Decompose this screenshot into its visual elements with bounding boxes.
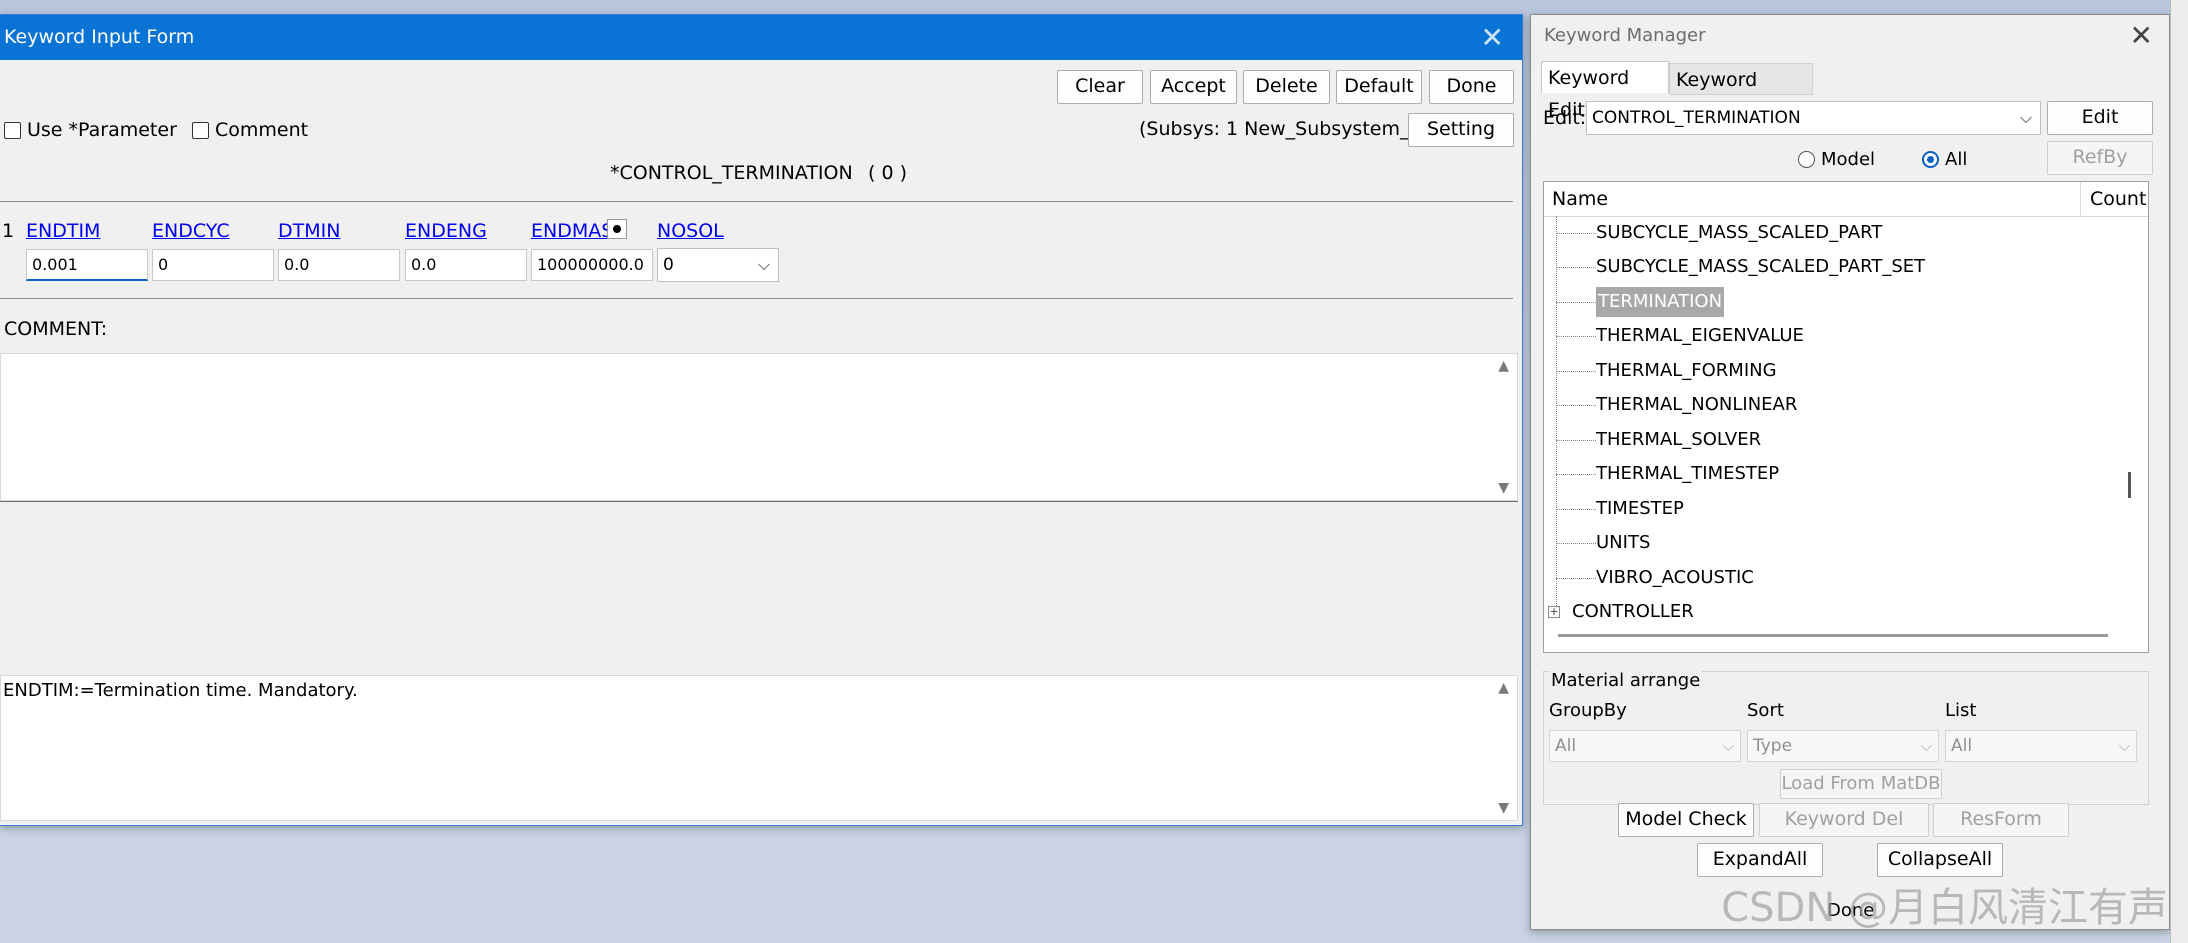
expand-plus-icon[interactable]: + [1548, 606, 1560, 618]
field-label-endcyc[interactable]: ENDCYC [152, 220, 230, 242]
load-from-matdb-button[interactable]: Load From MatDB [1780, 769, 1942, 799]
groupby-label: GroupBy [1549, 700, 1627, 721]
parameter-toggle[interactable] [607, 219, 627, 239]
edit-label: Edit: [1543, 107, 1587, 129]
use-parameter-label: Use *Parameter [27, 119, 177, 141]
checkbox-box [192, 121, 209, 139]
comment-textarea[interactable]: ▲ ▼ [0, 353, 1518, 501]
comment-section-label: COMMENT: [4, 318, 108, 340]
field-label-dtmin[interactable]: DTMIN [278, 220, 340, 242]
endeng-input[interactable]: 0.0 [405, 249, 527, 281]
endmas-input[interactable]: 100000000.0 [531, 249, 653, 281]
column-name[interactable]: Name [1552, 188, 1608, 210]
scroll-up-icon[interactable]: ▲ [1498, 358, 1509, 374]
list-label: List [1945, 700, 1977, 721]
delete-button[interactable]: Delete [1243, 70, 1330, 104]
scroll-down-icon[interactable]: ▼ [1498, 800, 1509, 816]
keyword-count: ( 0 ) [868, 162, 907, 184]
manager-titlebar: Keyword Manager ✕ [1531, 15, 2169, 57]
endcyc-input[interactable]: 0 [152, 249, 274, 281]
tab-keyword-search[interactable]: Keyword Search [1669, 63, 1813, 123]
material-arrange-group: Material arrange GroupBy Sort List All ⌵ … [1543, 670, 2149, 805]
dot-icon [613, 225, 621, 233]
default-button[interactable]: Default [1336, 70, 1422, 104]
comment-checkbox[interactable]: Comment [192, 119, 308, 141]
radio-model-label: Model [1821, 149, 1876, 170]
groupby-select[interactable]: All ⌵ [1549, 730, 1741, 762]
keyword-edit-value: CONTROL_TERMINATION [1592, 108, 1801, 128]
expand-all-button[interactable]: ExpandAll [1697, 843, 1823, 877]
keyword-tree[interactable]: Name Count SUBCYCLE_MASS_SCALED_PART SUB… [1543, 181, 2149, 653]
close-icon[interactable]: ✕ [2130, 19, 2153, 52]
divider [0, 298, 1513, 299]
watermark: CSDN @月白风清江有声 [1721, 885, 2168, 931]
chevron-down-icon: ⌵ [757, 255, 770, 274]
close-icon[interactable]: ✕ [1481, 21, 1504, 54]
comment-label: Comment [215, 119, 309, 141]
field-label-endeng[interactable]: ENDENG [405, 220, 487, 242]
help-text: ENDTIM:=Termination time. Mandatory. [3, 680, 358, 701]
chevron-down-icon: ⌵ [2019, 108, 2032, 127]
nosol-value: 0 [663, 255, 674, 275]
chevron-down-icon: ⌵ [1920, 737, 1932, 755]
subsystem-label: (Subsys: 1 New_Subsystem_1) [1139, 118, 1429, 140]
chevron-down-icon: ⌵ [1722, 737, 1734, 755]
tree-header: Name Count [1544, 182, 2148, 217]
chevron-down-icon: ⌵ [2118, 737, 2130, 755]
clear-button[interactable]: Clear [1057, 70, 1143, 104]
vertical-scrollbar-thumb[interactable] [2128, 472, 2131, 498]
radio-model[interactable]: Model [1798, 149, 1875, 170]
radio-all-label: All [1945, 149, 1968, 170]
done-button[interactable]: Done [1429, 70, 1514, 104]
keyword-manager-window: Keyword Manager ✕ Keyword Edit Keyword S… [1530, 14, 2170, 930]
field-label-nosol[interactable]: NOSOL [657, 220, 724, 242]
tree-guide-line [1556, 216, 1557, 618]
edit-button[interactable]: Edit [2047, 101, 2153, 135]
accept-button[interactable]: Accept [1150, 70, 1237, 104]
radio-all[interactable]: All [1922, 149, 1967, 170]
column-divider[interactable] [2080, 182, 2081, 216]
radio-circle [1798, 151, 1815, 168]
tab-keyword-edit[interactable]: Keyword Edit [1541, 61, 1669, 121]
field-label-endtim[interactable]: ENDTIM [26, 220, 100, 242]
horizontal-scrollbar-thumb[interactable] [1558, 634, 2108, 637]
divider [0, 201, 1513, 202]
radio-circle-selected [1922, 151, 1939, 168]
list-select[interactable]: All ⌵ [1945, 730, 2137, 762]
model-check-button[interactable]: Model Check [1618, 803, 1754, 837]
background-window-edge [2170, 0, 2188, 943]
keyword-input-form-window: Keyword Input Form ✕ Clear Accept Delete… [0, 14, 1523, 826]
help-textarea: ENDTIM:=Termination time. Mandatory. ▲ ▼ [0, 675, 1518, 821]
sort-label: Sort [1747, 700, 1784, 721]
row-number: 1 [2, 220, 15, 242]
use-parameter-checkbox[interactable]: Use *Parameter [4, 119, 177, 141]
splitter[interactable] [0, 501, 1518, 502]
keyword-del-button[interactable]: Keyword Del [1759, 803, 1929, 837]
scroll-down-icon[interactable]: ▼ [1498, 480, 1509, 496]
input-form-titlebar: Keyword Input Form ✕ [0, 15, 1522, 60]
setting-button[interactable]: Setting [1408, 113, 1514, 147]
dtmin-input[interactable]: 0.0 [278, 249, 400, 281]
material-arrange-label: Material arrange [1549, 670, 1703, 691]
input-form-title: Keyword Input Form [4, 26, 195, 48]
scroll-up-icon[interactable]: ▲ [1498, 680, 1509, 696]
keyword-edit-select[interactable]: CONTROL_TERMINATION ⌵ [1586, 101, 2041, 135]
refby-button[interactable]: RefBy [2047, 141, 2153, 175]
manager-title: Keyword Manager [1544, 25, 1706, 46]
collapse-all-button[interactable]: CollapseAll [1877, 843, 2003, 877]
keyword-title: *CONTROL_TERMINATION [610, 162, 853, 184]
column-count[interactable]: Count [2090, 188, 2146, 210]
resform-button[interactable]: ResForm [1933, 803, 2069, 837]
checkbox-box [4, 121, 21, 139]
nosol-select[interactable]: 0 ⌵ [657, 248, 779, 282]
endtim-input[interactable]: 0.001 [26, 249, 148, 281]
sort-select[interactable]: Type ⌵ [1747, 730, 1939, 762]
field-label-endmas[interactable]: ENDMAS [531, 220, 613, 242]
